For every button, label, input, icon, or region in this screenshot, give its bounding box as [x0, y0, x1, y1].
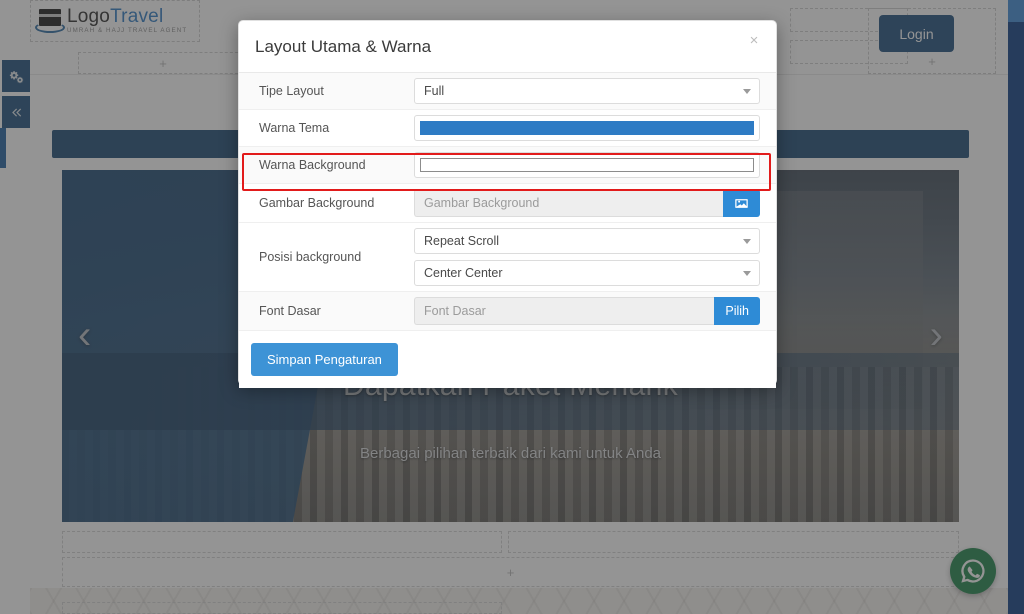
warna-tema-swatch [420, 121, 754, 135]
modal-header: Layout Utama & Warna × [239, 21, 776, 73]
tipe-layout-value: Full [424, 84, 445, 98]
row-gambar-background: Gambar Background Gambar Background [239, 184, 776, 223]
label-gambar-background: Gambar Background [259, 196, 375, 210]
row-warna-tema: Warna Tema [239, 110, 776, 147]
row-font-dasar: Font Dasar Font Dasar Pilih [239, 292, 776, 331]
tipe-layout-select[interactable]: Full [414, 78, 760, 104]
label-font-dasar: Font Dasar [259, 304, 321, 318]
row-warna-background: Warna Background [239, 147, 776, 184]
row-tipe-layout: Tipe Layout Full [239, 73, 776, 110]
label-posisi-background: Posisi background [259, 250, 362, 264]
posisi-background-repeat-select[interactable]: Repeat Scroll [414, 228, 760, 254]
posisi-position-value: Center Center [424, 266, 503, 280]
image-icon [735, 198, 748, 208]
gambar-background-browse-button[interactable] [723, 189, 760, 217]
chevron-down-icon [743, 89, 751, 94]
row-posisi-background: Posisi background Repeat Scroll Center C… [239, 223, 776, 292]
gambar-background-input[interactable]: Gambar Background [414, 189, 723, 217]
warna-tema-colorpicker[interactable] [414, 115, 760, 141]
chevron-down-icon [743, 271, 751, 276]
gambar-background-group: Gambar Background [414, 189, 760, 217]
label-warna-background: Warna Background [259, 158, 366, 172]
modal-body: Tipe Layout Full Warna Tema Warna Backgr… [239, 73, 776, 388]
posisi-background-position-select[interactable]: Center Center [414, 260, 760, 286]
posisi-repeat-value: Repeat Scroll [424, 234, 500, 248]
font-dasar-pilih-button[interactable]: Pilih [714, 297, 760, 325]
chevron-down-icon [743, 239, 751, 244]
modal-title: Layout Utama & Warna [255, 36, 432, 56]
screen: LogoTravel UMRAH & HAJJ TRAVEL AGENT + L… [0, 0, 1024, 614]
layout-color-modal: Layout Utama & Warna × Tipe Layout Full … [238, 20, 777, 388]
modal-footer: Simpan Pengaturan [239, 331, 776, 388]
font-dasar-input[interactable]: Font Dasar [414, 297, 715, 325]
font-dasar-group: Font Dasar Pilih [414, 297, 760, 325]
label-warna-tema: Warna Tema [259, 121, 330, 135]
close-icon[interactable]: × [746, 33, 762, 49]
save-settings-button[interactable]: Simpan Pengaturan [251, 343, 398, 376]
label-tipe-layout: Tipe Layout [259, 84, 324, 98]
warna-background-colorpicker[interactable] [414, 152, 760, 178]
warna-background-swatch [420, 158, 754, 172]
